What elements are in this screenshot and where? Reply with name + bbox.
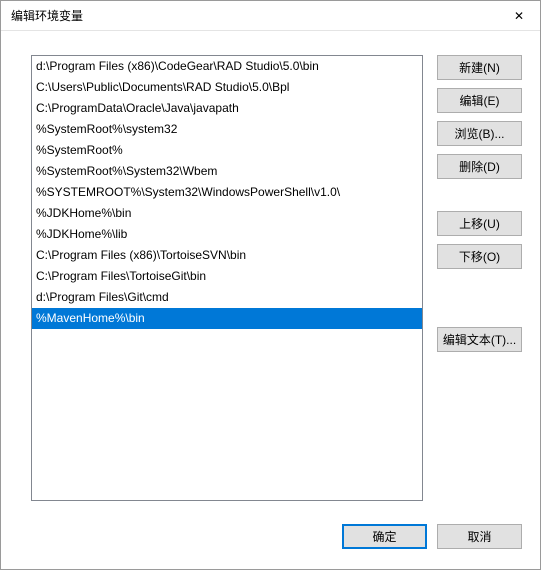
close-button[interactable]: ✕ [498,1,540,31]
cancel-button[interactable]: 取消 [437,524,522,549]
list-item[interactable]: %SystemRoot%\system32 [32,119,422,140]
list-item[interactable]: d:\Program Files (x86)\CodeGear\RAD Stud… [32,56,422,77]
list-item[interactable]: %JDKHome%\bin [32,203,422,224]
list-item[interactable]: %MavenHome%\bin [32,308,422,329]
move-down-button[interactable]: 下移(O) [437,244,522,269]
dialog-content: d:\Program Files (x86)\CodeGear\RAD Stud… [1,31,540,519]
delete-button[interactable]: 删除(D) [437,154,522,179]
new-button[interactable]: 新建(N) [437,55,522,80]
list-item[interactable]: %SystemRoot%\System32\Wbem [32,161,422,182]
list-item[interactable]: C:\Program Files (x86)\TortoiseSVN\bin [32,245,422,266]
dialog-title: 编辑环境变量 [11,7,498,24]
ok-button[interactable]: 确定 [342,524,427,549]
list-item[interactable]: C:\Users\Public\Documents\RAD Studio\5.0… [32,77,422,98]
list-item[interactable]: C:\Program Files\TortoiseGit\bin [32,266,422,287]
dialog-footer: 确定 取消 [1,519,540,569]
path-listbox[interactable]: d:\Program Files (x86)\CodeGear\RAD Stud… [31,55,423,501]
edit-text-button[interactable]: 编辑文本(T)... [437,327,522,352]
close-icon: ✕ [514,9,524,23]
list-item[interactable]: C:\ProgramData\Oracle\Java\javapath [32,98,422,119]
titlebar: 编辑环境变量 ✕ [1,1,540,31]
list-item[interactable]: %SYSTEMROOT%\System32\WindowsPowerShell\… [32,182,422,203]
edit-button[interactable]: 编辑(E) [437,88,522,113]
list-item[interactable]: %SystemRoot% [32,140,422,161]
list-item[interactable]: d:\Program Files\Git\cmd [32,287,422,308]
side-buttons: 新建(N) 编辑(E) 浏览(B)... 删除(D) 上移(U) 下移(O) 编… [437,55,522,509]
list-item[interactable]: %JDKHome%\lib [32,224,422,245]
move-up-button[interactable]: 上移(U) [437,211,522,236]
browse-button[interactable]: 浏览(B)... [437,121,522,146]
edit-env-var-dialog: 编辑环境变量 ✕ d:\Program Files (x86)\CodeGear… [0,0,541,570]
